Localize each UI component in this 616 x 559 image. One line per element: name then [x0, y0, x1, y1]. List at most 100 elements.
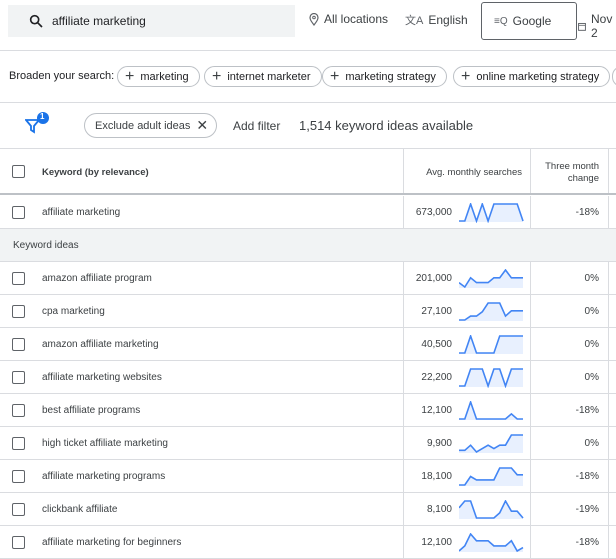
chip-label: online marketing strategy	[476, 70, 600, 83]
table-row: affiliate marketing programs 18,100 -18%	[0, 460, 616, 493]
sparkline-area	[459, 402, 523, 420]
keyword-cell: amazon affiliate marketing	[42, 339, 159, 350]
table-header: Keyword (by relevance) Avg. monthly sear…	[0, 149, 616, 195]
row-checkbox[interactable]	[12, 536, 25, 549]
row-checkbox[interactable]	[12, 206, 25, 219]
exclude-adult-chip[interactable]: Exclude adult ideas ✕	[84, 113, 218, 138]
header-three-month-change[interactable]: Three month change	[533, 161, 599, 185]
filter-chip-label: Exclude adult ideas	[95, 119, 191, 132]
trend-sparkline	[459, 401, 523, 420]
keyword-cell: best affiliate programs	[42, 405, 141, 416]
row-checkbox[interactable]	[12, 404, 25, 417]
divider	[0, 102, 616, 103]
group-label: Keyword ideas	[13, 240, 79, 251]
chip-label: marketing	[140, 70, 189, 83]
table-row: best affiliate programs 12,100 -18%	[0, 394, 616, 427]
avg-searches-cell: 12,100	[421, 537, 452, 548]
broaden-chip[interactable]: + marketing strategy	[322, 66, 447, 87]
avg-searches-cell: 40,500	[421, 339, 452, 350]
row-checkbox[interactable]	[12, 503, 25, 516]
avg-searches-cell: 12,100	[421, 405, 452, 416]
table-row: amazon affiliate program 201,000 0%	[0, 262, 616, 295]
broaden-chip[interactable]: + online marketing strategy	[453, 66, 611, 87]
search-value: affiliate marketing	[52, 14, 146, 28]
more-chip[interactable]	[612, 66, 616, 87]
sparkline-area	[459, 270, 523, 288]
keyword-cell: clickbank affiliate	[42, 504, 118, 515]
avg-searches-cell: 8,100	[426, 504, 452, 515]
avg-searches-cell: 22,200	[421, 372, 452, 383]
three-month-change-cell: 0%	[584, 306, 599, 317]
trend-sparkline	[459, 467, 523, 486]
location-label: All locations	[324, 12, 389, 26]
plus-icon: +	[212, 67, 222, 85]
keyword-cell: affiliate marketing websites	[42, 372, 162, 383]
divider	[0, 50, 616, 51]
network-selector[interactable]: ≡Q Google	[481, 2, 577, 40]
row-checkbox[interactable]	[12, 338, 25, 351]
chip-label: marketing strategy	[345, 70, 436, 83]
row-checkbox[interactable]	[12, 437, 25, 450]
table-row: high ticket affiliate marketing 9,900 0%	[0, 427, 616, 460]
filter-count-badge: 1	[40, 112, 45, 121]
language-selector[interactable]: 文A English	[405, 12, 468, 28]
three-month-change-cell: -18%	[575, 405, 599, 416]
trend-sparkline	[459, 368, 523, 388]
group-header-keyword-ideas: Keyword ideas	[0, 229, 616, 262]
close-icon[interactable]: ✕	[196, 117, 208, 134]
keyword-cell: amazon affiliate program	[42, 273, 152, 284]
table-row: affiliate marketing for beginners 12,100 -…	[0, 526, 616, 559]
row-checkbox[interactable]	[12, 272, 25, 285]
location-pin-icon	[309, 12, 319, 26]
translate-icon: 文A	[405, 15, 424, 27]
language-label: English	[428, 13, 468, 27]
table-row: affiliate marketing websites 22,200 0%	[0, 361, 616, 394]
trend-sparkline	[459, 269, 523, 289]
header-keyword[interactable]: Keyword (by relevance)	[42, 167, 149, 178]
keyword-search-input[interactable]: affiliate marketing	[8, 5, 295, 37]
broaden-label: Broaden your search:	[9, 70, 115, 82]
network-label: Google	[512, 14, 552, 28]
sparkline-area	[459, 336, 523, 354]
table-row-searched-keyword: affiliate marketing 673,000 -18%	[0, 196, 616, 229]
avg-searches-cell: 201,000	[415, 273, 452, 284]
plus-icon: +	[125, 67, 135, 85]
three-month-change-cell: -19%	[575, 504, 599, 515]
plus-icon: +	[330, 67, 340, 85]
date-range-selector[interactable]: Nov 2	[578, 12, 616, 40]
table-row: clickbank affiliate 8,100 -19%	[0, 493, 616, 526]
header-avg-monthly-searches[interactable]: Avg. monthly searches	[426, 167, 522, 178]
filter-button[interactable]: 1	[24, 112, 55, 139]
three-month-change-cell: 0%	[584, 339, 599, 350]
avg-searches-cell: 9,900	[426, 438, 452, 449]
row-checkbox[interactable]	[12, 470, 25, 483]
location-selector[interactable]: All locations	[309, 12, 388, 26]
avg-searches-cell: 27,100	[421, 306, 452, 317]
broaden-chip[interactable]: + internet marketer	[204, 66, 322, 87]
avg-searches-cell: 18,100	[421, 471, 452, 482]
trend-sparkline	[459, 203, 524, 223]
keyword-cell: high ticket affiliate marketing	[42, 438, 168, 449]
trend-sparkline	[459, 500, 524, 519]
three-month-change-cell: 0%	[584, 273, 599, 284]
date-label: Nov 2	[590, 12, 613, 40]
row-checkbox[interactable]	[12, 371, 25, 384]
keyword-cell: affiliate marketing for beginners	[42, 537, 182, 548]
keyword-count: 1,514 keyword ideas available	[299, 118, 474, 133]
three-month-change-cell: 0%	[584, 438, 599, 449]
three-month-change-cell: -18%	[575, 207, 599, 218]
chip-label: internet marketer	[227, 70, 311, 83]
keyword-cell: affiliate marketing programs	[42, 471, 166, 482]
trend-sparkline	[459, 302, 523, 321]
avg-searches-cell: 673,000	[415, 207, 452, 218]
sparkline-area	[459, 435, 523, 453]
select-all-checkbox[interactable]	[12, 165, 25, 178]
add-filter-button[interactable]: Add filter	[233, 119, 280, 133]
trend-sparkline	[459, 533, 524, 553]
keyword-cell: affiliate marketing	[42, 207, 121, 218]
table-row: cpa marketing 27,100 0%	[0, 295, 616, 328]
row-checkbox[interactable]	[12, 305, 25, 318]
calendar-icon	[578, 22, 586, 31]
three-month-change-cell: -18%	[575, 537, 599, 548]
broaden-chip[interactable]: + marketing	[117, 66, 200, 87]
